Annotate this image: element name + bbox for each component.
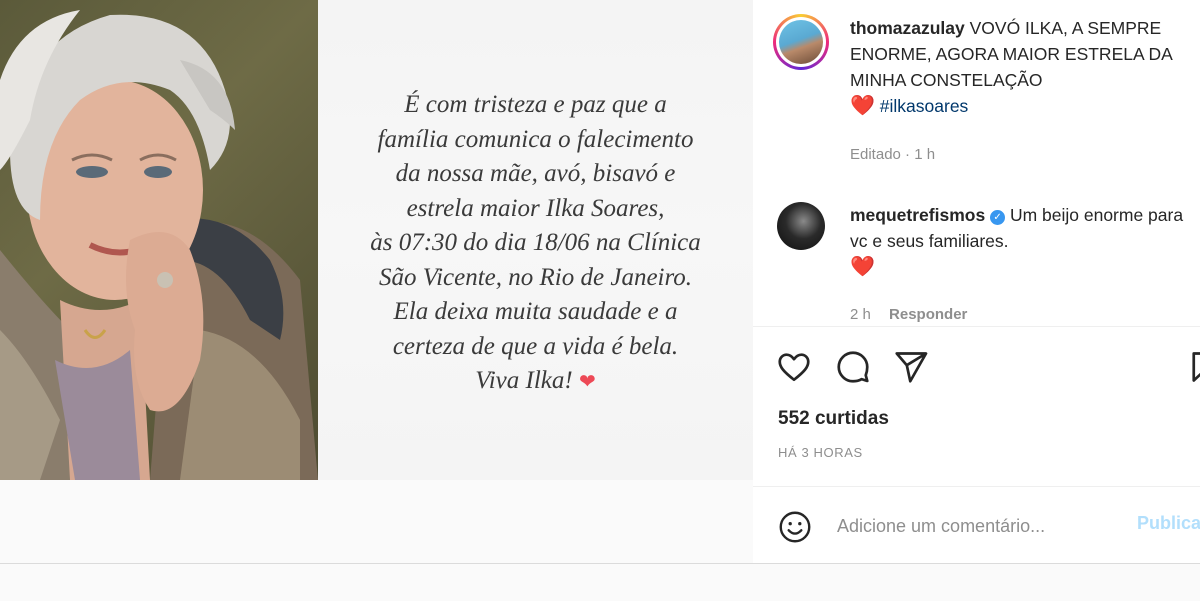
comment-input[interactable] — [835, 509, 1129, 543]
announcement-line: Ela deixa muita saudade e a — [393, 298, 678, 325]
caption: thomazazulay VOVÓ ILKA, A SEMPRE ENORME,… — [850, 15, 1200, 119]
reply-button[interactable]: Responder — [889, 306, 967, 323]
send-paper-plane-icon[interactable] — [893, 349, 929, 385]
announcement-line: É com tristeza e paz que a — [404, 91, 667, 118]
caption-meta: Editado · 1 h — [850, 146, 936, 163]
announcement-line: certeza de que a vida é bela. — [392, 332, 679, 360]
author-avatar[interactable] — [773, 14, 829, 70]
portrait-illustration — [0, 10, 318, 480]
comment: mequetrefismos ✓ Um beijo enorme para vc… — [850, 202, 1200, 280]
author-avatar-image — [779, 20, 823, 64]
media-bottom-area — [0, 480, 753, 563]
emoji-smiley-icon[interactable] — [777, 509, 813, 545]
post-sidebar: thomazazulay VOVÓ ILKA, A SEMPRE ENORME,… — [753, 0, 1200, 563]
verified-badge-icon: ✓ — [990, 210, 1006, 225]
announcement-panel: É com tristeza e paz que a família comun… — [318, 0, 753, 480]
announcement-line: família comunica o falecimento — [377, 125, 694, 153]
announcement-line: da nossa mãe, avó, bisavó e — [395, 160, 676, 187]
page-bottom-area — [0, 563, 1200, 601]
announcement-line: às 07:30 do dia 18/06 na Clínica — [370, 229, 701, 256]
announcement-text: É com tristeza e paz que a família comun… — [318, 88, 753, 400]
announcement-line: estrela maior Ilka Soares, — [406, 194, 665, 222]
add-comment-bar: Publicar — [753, 486, 1200, 563]
comment-username[interactable]: mequetrefismos — [850, 205, 985, 225]
likes-count[interactable]: 552 curtidas — [778, 408, 889, 430]
heart-outline-icon[interactable] — [776, 349, 812, 385]
post-timestamp[interactable]: HÁ 3 HORAS — [778, 445, 863, 460]
post-media: É com tristeza e paz que a família comun… — [0, 0, 753, 480]
portrait-photo — [0, 0, 318, 480]
caption-edited-label: Editado — [850, 146, 901, 163]
caption-time[interactable]: 1 h — [914, 146, 935, 163]
comment-meta: 2 h Responder — [850, 306, 967, 323]
red-heart-icon: ❤️ — [850, 95, 875, 117]
caption-username[interactable]: thomazazulay — [850, 18, 965, 38]
announcement-line: Viva Ilka! — [475, 367, 573, 394]
red-heart-icon: ❤️ — [850, 256, 875, 278]
comments-list[interactable]: thomazazulay VOVÓ ILKA, A SEMPRE ENORME,… — [753, 0, 1200, 326]
bookmark-icon[interactable] — [1187, 349, 1200, 385]
publish-button[interactable]: Publicar — [1137, 513, 1200, 534]
comment-bubble-icon[interactable] — [835, 349, 871, 385]
announcement-last-line: Viva Ilka! ❤ — [318, 364, 753, 400]
post-actions: 552 curtidas HÁ 3 HORAS — [753, 326, 1200, 487]
caption-hashtag[interactable]: #ilkasoares — [880, 96, 969, 116]
announcement-line: São Vicente, no Rio de Janeiro. — [378, 263, 693, 291]
comment-time[interactable]: 2 h — [850, 306, 871, 323]
red-heart-icon: ❤ — [578, 371, 596, 393]
commenter-avatar[interactable] — [777, 202, 825, 250]
